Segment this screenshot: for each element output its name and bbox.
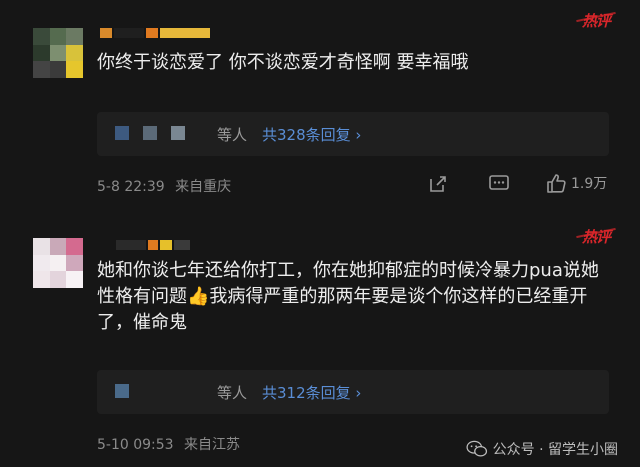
thumbs-up-emoji: 👍 <box>187 286 210 307</box>
comment-1: 热评 你终于谈恋爱了 你不谈恋爱才奇怪啊 要幸福哦 等人 共328条回复 › 5… <box>0 0 640 210</box>
comment-button[interactable] <box>488 174 510 194</box>
replies-box[interactable]: 等人 共312条回复 › <box>97 370 609 414</box>
comment-location: 来自江苏 <box>184 437 241 453</box>
avatar[interactable] <box>33 238 83 288</box>
like-count: 1.9万 <box>571 176 608 192</box>
wechat-icon <box>466 440 487 457</box>
avatar[interactable] <box>33 28 83 78</box>
share-icon <box>430 176 446 192</box>
username-redacted[interactable] <box>116 240 190 250</box>
comment-date: 5-8 22:39 <box>97 179 165 195</box>
hot-comment-badge: 热评 <box>581 228 611 246</box>
watermark: 公众号 · 留学生小圈 <box>466 439 618 459</box>
username-redacted[interactable] <box>100 28 210 38</box>
replies-prefix: 等人 <box>217 126 248 144</box>
comment-text: 她和你谈七年还给你打工，你在她抑郁症的时候冷暴力pua说她性格有问题👍我病得严重… <box>97 260 599 333</box>
comment-text: 你终于谈恋爱了 你不谈恋爱才奇怪啊 要幸福哦 <box>97 52 469 73</box>
reply-avatars <box>115 384 129 398</box>
comment-meta: 5-10 09:53 来自江苏 <box>97 434 240 454</box>
replies-box[interactable]: 等人 共328条回复 › <box>97 112 609 156</box>
hot-comment-badge: 热评 <box>581 12 611 30</box>
watermark-text: 公众号 · 留学生小圈 <box>492 442 618 458</box>
comment-icon <box>489 175 509 190</box>
view-replies-link[interactable]: 共312条回复 › <box>262 382 361 403</box>
replies-prefix: 等人 <box>217 384 248 402</box>
comment-location: 来自重庆 <box>175 179 232 195</box>
thumbs-up-icon <box>547 174 566 193</box>
view-replies-link[interactable]: 共328条回复 › <box>262 124 361 145</box>
like-button[interactable]: 1.9万 <box>545 172 607 194</box>
reply-avatars <box>115 126 185 140</box>
share-button[interactable] <box>428 174 448 194</box>
comment-2: 热评 她和你谈七年还给你打工，你在她抑郁症的时候冷暴力pua说她性格有问题👍我病… <box>0 220 640 467</box>
comment-meta: 5-8 22:39 来自重庆 <box>97 176 231 196</box>
comment-date: 5-10 09:53 <box>97 437 174 453</box>
